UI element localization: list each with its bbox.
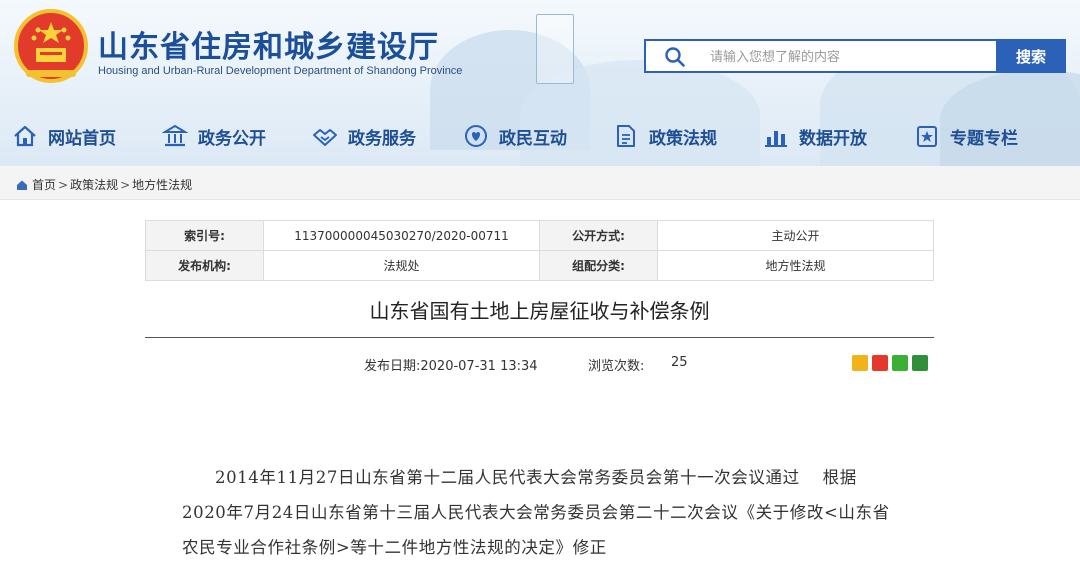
- breadcrumb-policy[interactable]: 政策法规: [70, 176, 118, 193]
- search-input[interactable]: [710, 47, 980, 67]
- search-icon: [665, 47, 685, 67]
- article-title: 山东省国有土地上房屋征收与补偿条例: [369, 299, 710, 323]
- publisher-value: 法规处: [263, 250, 540, 281]
- home-icon: [17, 180, 27, 190]
- breadcrumb-separator: >: [58, 177, 69, 192]
- breadcrumb: 首页 > 政策法规 > 地方性法规: [16, 176, 192, 193]
- open-method-label: 公开方式:: [539, 220, 658, 251]
- weibo-icon[interactable]: [872, 355, 888, 371]
- douban-icon[interactable]: [912, 355, 928, 371]
- nav-item-gov-service[interactable]: 政务服务: [312, 118, 416, 154]
- handshake-icon: [313, 129, 337, 146]
- topic-icon: [917, 126, 937, 147]
- nav-label: 政策法规: [649, 128, 717, 149]
- nav-item-interaction[interactable]: 政民互动: [463, 118, 567, 154]
- category-label: 组配分类:: [539, 250, 658, 281]
- view-count: 浏览次数:: [588, 355, 644, 374]
- search-box: [644, 39, 996, 73]
- bar-chart-icon: [765, 131, 787, 147]
- index-label: 索引号:: [145, 220, 264, 251]
- nav-label: 专题专栏: [950, 128, 1018, 149]
- title-divider: [145, 337, 934, 338]
- view-count-value: 25: [671, 355, 688, 370]
- main-nav: 网站首页 政务公开 政务服务 政民互动 政策法规 数据开放 专题专栏: [0, 118, 1080, 154]
- building-icon: [162, 124, 188, 147]
- view-count-label: 浏览次数:: [588, 359, 645, 374]
- nav-item-policy[interactable]: 政策法规: [613, 118, 717, 154]
- nav-label: 网站首页: [48, 128, 116, 149]
- site-header: 山东省住房和城乡建设厅 Housing and Urban-Rural Deve…: [0, 0, 1080, 166]
- nav-label: 数据开放: [799, 128, 867, 149]
- publisher-label: 发布机构:: [145, 250, 264, 281]
- breadcrumb-separator: >: [120, 177, 131, 192]
- nav-label: 政务公开: [198, 128, 266, 149]
- site-subtitle: Housing and Urban-Rural Development Depa…: [98, 65, 463, 77]
- breadcrumb-home[interactable]: 首页: [32, 176, 56, 193]
- nav-item-home[interactable]: 网站首页: [12, 118, 116, 154]
- site-title: 山东省住房和城乡建设厅: [98, 30, 439, 65]
- index-value: 113700000045030270/2020-00711: [263, 220, 540, 251]
- nav-item-topics[interactable]: 专题专栏: [914, 118, 1018, 154]
- document-icon: [617, 125, 635, 147]
- breadcrumb-local-laws[interactable]: 地方性法规: [132, 176, 192, 193]
- publish-date: 发布日期:2020-07-31 13:34: [364, 355, 538, 374]
- share-icons: [852, 355, 928, 371]
- wechat-icon[interactable]: [892, 355, 908, 371]
- house-icon: [14, 125, 36, 147]
- table-row: 发布机构: 法规处 组配分类: 地方性法规: [145, 250, 934, 281]
- national-emblem-icon: [14, 9, 88, 83]
- nav-label: 政务服务: [348, 128, 416, 149]
- article-body: 2014年11月27日山东省第十二届人民代表大会常务委员会第十一次会议通过 根据…: [182, 468, 890, 557]
- stele-decoration: [536, 14, 574, 84]
- nav-item-gov-open[interactable]: 政务公开: [162, 118, 266, 154]
- category-value: 地方性法规: [657, 250, 934, 281]
- breadcrumb-bar: 首页 > 政策法规 > 地方性法规: [0, 166, 1080, 200]
- search-button[interactable]: 搜索: [996, 39, 1066, 73]
- publish-date-value: 2020-07-31 13:34: [420, 359, 538, 374]
- document-info-table: 索引号: 113700000045030270/2020-00711 公开方式:…: [145, 220, 934, 281]
- table-row: 索引号: 113700000045030270/2020-00711 公开方式:…: [145, 220, 934, 251]
- open-method-value: 主动公开: [657, 220, 934, 251]
- heart-hands-icon: [465, 125, 487, 147]
- nav-item-data[interactable]: 数据开放: [763, 118, 867, 154]
- qzone-icon[interactable]: [852, 355, 868, 371]
- nav-label: 政民互动: [499, 128, 567, 149]
- publish-date-label: 发布日期:: [364, 359, 421, 374]
